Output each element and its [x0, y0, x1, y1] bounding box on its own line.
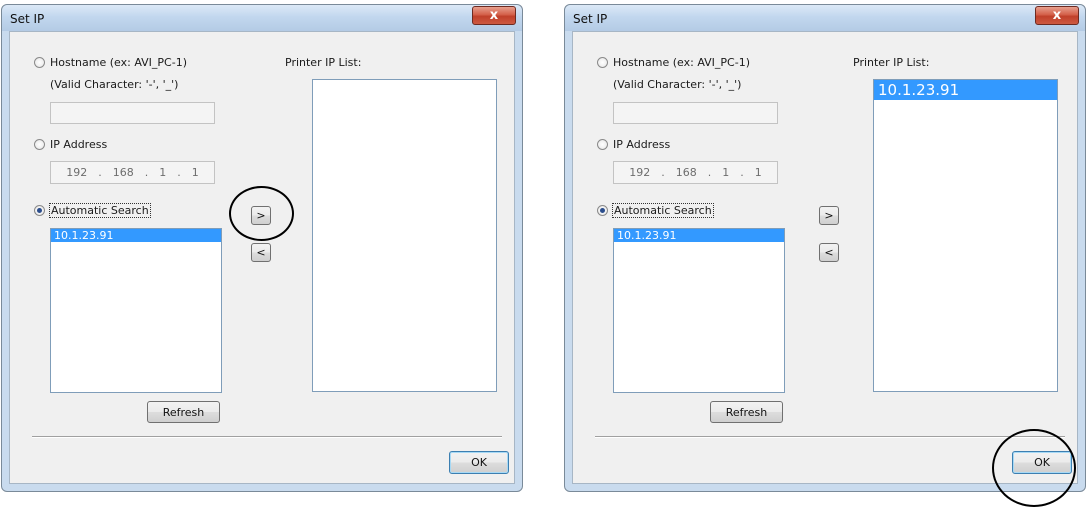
refresh-button[interactable]: Refresh [147, 401, 220, 423]
dialog-title: Set IP [10, 12, 45, 26]
remove-from-list-button[interactable]: < [819, 243, 839, 262]
hostname-input[interactable] [613, 102, 778, 124]
ip-separator: . [98, 166, 102, 179]
printer-ip-list[interactable]: 10.1.23.91 [873, 79, 1058, 392]
ip-address-radio[interactable] [597, 139, 608, 150]
automatic-search-option[interactable]: Automatic Search [34, 203, 151, 218]
ip-octet-4: 1 [754, 166, 762, 179]
ip-octet-2: 168 [112, 166, 134, 179]
ip-address-radio[interactable] [34, 139, 45, 150]
set-ip-dialog-before: Set IP x Hostname (ex: AVI_PC-1) (Valid … [1, 4, 523, 492]
ip-address-radio-label: IP Address [50, 138, 108, 151]
close-button[interactable]: x [472, 6, 516, 25]
hostname-radio[interactable] [597, 57, 608, 68]
hostname-option[interactable]: Hostname (ex: AVI_PC-1) [597, 56, 750, 69]
automatic-search-option[interactable]: Automatic Search [597, 203, 714, 218]
printer-ip-list[interactable] [312, 79, 497, 392]
automatic-search-label: Automatic Search [612, 203, 714, 218]
dialog-body: Hostname (ex: AVI_PC-1) (Valid Character… [9, 31, 515, 484]
ip-address-input[interactable]: 192 . 168 . 1 . 1 [613, 161, 778, 184]
close-button[interactable]: x [1035, 6, 1079, 25]
ip-address-option[interactable]: IP Address [597, 138, 670, 151]
ip-octet-1: 192 [66, 166, 88, 179]
ip-address-option[interactable]: IP Address [34, 138, 107, 151]
valid-character-hint: (Valid Character: '-', '_') [50, 78, 179, 91]
remove-from-list-button[interactable]: < [251, 243, 271, 262]
ip-octet-2: 168 [675, 166, 697, 179]
ip-separator: . [740, 166, 744, 179]
hostname-radio-label: Hostname (ex: AVI_PC-1) [50, 56, 187, 69]
ip-octet-1: 192 [629, 166, 651, 179]
title-bar: Set IP x [2, 5, 522, 31]
search-results-list[interactable]: 10.1.23.91 [613, 228, 785, 393]
footer-separator [32, 436, 502, 438]
ip-octet-3: 1 [722, 166, 730, 179]
refresh-button[interactable]: Refresh [710, 401, 783, 423]
valid-character-hint: (Valid Character: '-', '_') [613, 78, 742, 91]
ip-address-radio-label: IP Address [613, 138, 671, 151]
set-ip-dialog-after: Set IP x Hostname (ex: AVI_PC-1) (Valid … [564, 4, 1086, 507]
title-bar: Set IP x [565, 5, 1085, 31]
close-icon: x [489, 8, 499, 23]
dialog-title: Set IP [573, 12, 608, 26]
ip-separator: . [144, 166, 149, 179]
hostname-option[interactable]: Hostname (ex: AVI_PC-1) [34, 56, 187, 69]
highlight-circle-add-button [229, 186, 294, 241]
automatic-search-radio[interactable] [597, 205, 608, 216]
hostname-radio[interactable] [34, 57, 45, 68]
highlight-circle-ok-button [992, 429, 1076, 507]
printer-ip-item[interactable]: 10.1.23.91 [874, 80, 1057, 100]
ok-button[interactable]: OK [449, 451, 509, 474]
add-to-list-button[interactable]: > [819, 206, 839, 225]
dialog-body: Hostname (ex: AVI_PC-1) (Valid Character… [572, 31, 1078, 484]
printer-ip-list-label: Printer IP List: [853, 56, 930, 69]
ip-octet-3: 1 [159, 166, 167, 179]
ip-separator: . [707, 166, 712, 179]
ip-octet-4: 1 [191, 166, 199, 179]
hostname-input[interactable] [50, 102, 215, 124]
search-results-list[interactable]: 10.1.23.91 [50, 228, 222, 393]
hostname-radio-label: Hostname (ex: AVI_PC-1) [613, 56, 750, 69]
ip-separator: . [661, 166, 665, 179]
printer-ip-list-label: Printer IP List: [285, 56, 362, 69]
search-result-item[interactable]: 10.1.23.91 [51, 229, 221, 242]
automatic-search-label: Automatic Search [49, 203, 151, 218]
automatic-search-radio[interactable] [34, 205, 45, 216]
close-icon: x [1052, 8, 1062, 23]
footer-separator [595, 436, 1065, 438]
ip-separator: . [177, 166, 181, 179]
ip-address-input[interactable]: 192 . 168 . 1 . 1 [50, 161, 215, 184]
search-result-item[interactable]: 10.1.23.91 [614, 229, 784, 242]
